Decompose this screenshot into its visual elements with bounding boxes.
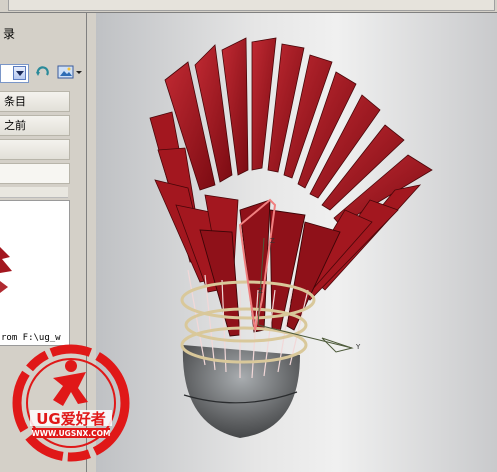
title-bar <box>8 0 495 11</box>
horizontal-scrollbar[interactable] <box>0 187 68 198</box>
view-combo[interactable] <box>0 64 29 83</box>
image-view-icon[interactable] <box>57 65 83 79</box>
history-list: 条目 之前 <box>0 91 70 187</box>
runner-icon <box>53 360 88 406</box>
axis-label: Z <box>270 237 275 245</box>
axis-label: Z <box>258 287 263 295</box>
top-window-strip <box>0 0 497 13</box>
list-item[interactable] <box>0 163 70 184</box>
list-item[interactable]: 条目 <box>0 91 70 112</box>
list-item[interactable]: 之前 <box>0 115 70 136</box>
ug-watermark-logo: UG爱好者 WWW.UGSNX.COM <box>12 344 130 462</box>
preview-thumbnail <box>0 247 12 293</box>
watermark-url: WWW.UGSNX.COM <box>32 429 111 438</box>
axis-label: Y <box>355 343 361 351</box>
combo-dropdown-icon[interactable] <box>13 66 26 80</box>
panel-title: 录 <box>3 27 16 41</box>
list-item[interactable] <box>0 139 70 160</box>
shuttlecock-model: Z Z Y <box>149 37 433 438</box>
graphics-viewport[interactable]: Z Z Y <box>96 13 497 472</box>
refresh-icon[interactable] <box>35 65 51 79</box>
watermark-brand: UG爱好者 <box>36 410 106 428</box>
preview-log-pane: rom F:\ug_w <box>0 200 70 346</box>
